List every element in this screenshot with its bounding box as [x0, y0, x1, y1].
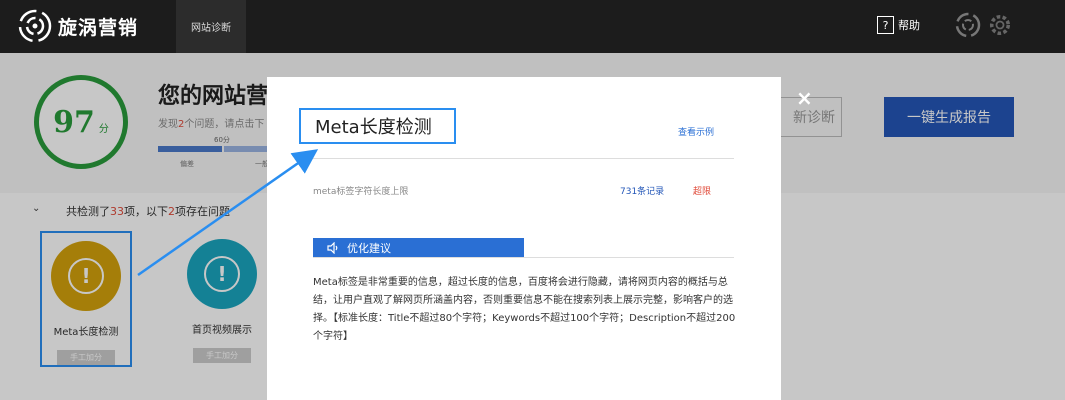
close-icon[interactable]: × [796, 86, 813, 110]
help-label: 帮助 [898, 19, 920, 32]
avatar-swirl-icon [955, 12, 981, 38]
divider [313, 257, 734, 258]
top-navbar: 旋涡营销 网站诊断 ? 帮助 [0, 0, 1065, 53]
detail-modal: Meta长度检测 查看示例 meta标签字符长度上限 731条记录 超限 优化建… [267, 77, 781, 400]
divider [313, 158, 734, 159]
swirl-logo-icon [18, 9, 52, 43]
user-area[interactable] [955, 12, 1013, 38]
advice-header: 优化建议 [313, 238, 524, 257]
help-icon: ? [877, 16, 894, 34]
brand-logo[interactable]: 旋涡营销 [18, 9, 138, 43]
result-row-count[interactable]: 731条记录 [620, 184, 664, 197]
speaker-icon [327, 241, 338, 254]
brand-name: 旋涡营销 [58, 16, 139, 39]
modal-title: Meta长度检测 [299, 108, 456, 144]
gear-icon[interactable] [987, 12, 1013, 38]
advice-text: Meta标签是非常重要的信息，超过长度的信息，百度将会进行隐藏，请将网页内容的概… [313, 277, 736, 342]
advice-label: 优化建议 [347, 241, 391, 255]
view-example-link[interactable]: 查看示例 [678, 125, 714, 138]
tab-site-diagnosis[interactable]: 网站诊断 [176, 0, 246, 53]
result-row-status: 超限 [693, 187, 712, 197]
result-row-label: meta标签字符长度上限 [313, 187, 409, 197]
help-button[interactable]: ? 帮助 [877, 16, 920, 34]
